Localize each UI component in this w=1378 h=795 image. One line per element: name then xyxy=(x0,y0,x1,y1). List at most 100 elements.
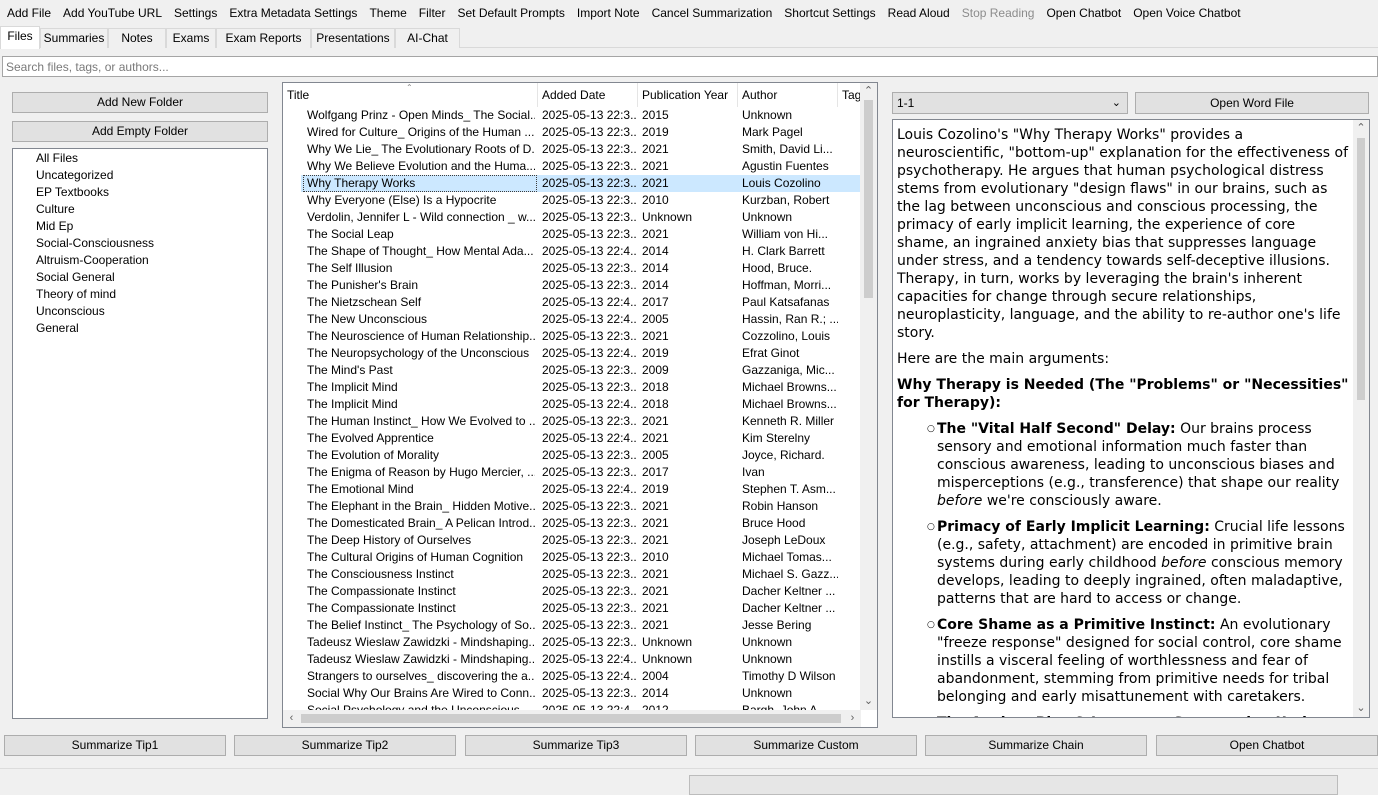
table-row[interactable]: The Neuroscience of Human Relationship..… xyxy=(301,328,861,345)
summarize-tip3-button[interactable]: Summarize Tip3 xyxy=(465,735,687,756)
menu-open-voice-chatbot[interactable]: Open Voice Chatbot xyxy=(1127,0,1246,26)
table-row[interactable]: The Implicit Mind 2025-05-13 22:4... 2018 M… xyxy=(301,396,861,413)
table-row[interactable]: Strangers to ourselves_ discovering the … xyxy=(301,668,861,685)
circle-bullet-icon: ○ xyxy=(927,620,935,630)
table-row[interactable]: Verdolin, Jennifer L - Wild connection _… xyxy=(301,209,861,226)
summary-vertical-scrollbar[interactable]: ⌃ ⌄ xyxy=(1353,120,1369,717)
table-row[interactable]: The Domesticated Brain_ A Pelican Introd… xyxy=(301,515,861,532)
scroll-left-icon[interactable]: ‹ xyxy=(283,710,300,727)
table-row[interactable]: Why Therapy Works 2025-05-13 22:3... 2021 L… xyxy=(301,175,861,192)
menu-shortcut-settings[interactable]: Shortcut Settings xyxy=(778,0,881,26)
add-new-folder-button[interactable]: Add New Folder xyxy=(12,92,268,113)
folder-item-uncategorized[interactable]: Uncategorized xyxy=(36,167,113,184)
table-row[interactable]: The Cultural Origins of Human Cognition 2… xyxy=(301,549,861,566)
table-row[interactable]: The Neuropsychology of the Unconscious 20… xyxy=(301,345,861,362)
scrollbar-thumb[interactable] xyxy=(1357,138,1365,400)
table-row[interactable]: The Implicit Mind 2025-05-13 22:3... 2018 M… xyxy=(301,379,861,396)
tab-presentations[interactable]: Presentations xyxy=(311,28,395,48)
scroll-up-icon[interactable]: ⌃ xyxy=(860,83,877,100)
cell-publication-year: 2010 xyxy=(642,193,669,207)
scroll-down-icon[interactable]: ⌄ xyxy=(1353,700,1369,717)
folder-item-altruism-cooperation[interactable]: Altruism-Cooperation xyxy=(36,252,149,269)
summarize-custom-button[interactable]: Summarize Custom xyxy=(695,735,917,756)
add-empty-folder-button[interactable]: Add Empty Folder xyxy=(12,121,268,142)
menu-filter[interactable]: Filter xyxy=(413,0,452,26)
column-header-author[interactable]: Author xyxy=(738,83,838,107)
menu-read-aloud[interactable]: Read Aloud xyxy=(882,0,956,26)
tab-summaries[interactable]: Summaries xyxy=(40,28,108,48)
table-row[interactable]: The Human Instinct_ How We Evolved to ..… xyxy=(301,413,861,430)
folder-item-theory-of-mind[interactable]: Theory of mind xyxy=(36,286,116,303)
folder-item-mid-ep[interactable]: Mid Ep xyxy=(36,218,73,235)
table-row[interactable]: The Self Illusion 2025-05-13 22:3... 2014 H… xyxy=(301,260,861,277)
menu-stop-reading[interactable]: Stop Reading xyxy=(956,0,1041,26)
tab-files[interactable]: Files xyxy=(0,26,40,49)
vertical-scrollbar[interactable]: ⌃ ⌄ xyxy=(860,83,877,710)
table-row[interactable]: The Social Leap 2025-05-13 22:3... 2021 Wil… xyxy=(301,226,861,243)
table-row[interactable]: The Nietzschean Self 2025-05-13 22:4... 20… xyxy=(301,294,861,311)
table-row[interactable]: The Shape of Thought_ How Mental Ada... 2… xyxy=(301,243,861,260)
scroll-right-icon[interactable]: › xyxy=(844,710,861,727)
folder-item-culture[interactable]: Culture xyxy=(36,201,75,218)
cell-added-date: 2025-05-13 22:3... xyxy=(542,448,637,462)
menu-open-chatbot[interactable]: Open Chatbot xyxy=(1040,0,1127,26)
summary-select[interactable]: 1-1 ⌄ xyxy=(892,92,1128,114)
table-row[interactable]: Why We Believe Evolution and the Huma...… xyxy=(301,158,861,175)
table-row[interactable]: Social Why Our Brains Are Wired to Conn.… xyxy=(301,685,861,702)
menu-add-file[interactable]: Add File xyxy=(1,0,57,26)
table-row[interactable]: Tadeusz Wieslaw Zawidzki - Mindshaping..… xyxy=(301,634,861,651)
open-chatbot-button[interactable]: Open Chatbot xyxy=(1156,735,1378,756)
search-input[interactable]: Search files, tags, or authors... xyxy=(2,56,1378,77)
folder-item-ep-textbooks[interactable]: EP Textbooks xyxy=(36,184,109,201)
table-row[interactable]: The Emotional Mind 2025-05-13 22:4... 2019… xyxy=(301,481,861,498)
tab-notes[interactable]: Notes xyxy=(108,28,166,48)
table-row[interactable]: The New Unconscious 2025-05-13 22:4... 200… xyxy=(301,311,861,328)
table-row[interactable]: The Consciousness Instinct 2025-05-13 22:… xyxy=(301,566,861,583)
tab-exam-reports[interactable]: Exam Reports xyxy=(216,28,311,48)
summary-viewer[interactable]: Louis Cozolino's "Why Therapy Works" pro… xyxy=(892,119,1370,718)
table-row[interactable]: The Deep History of Ourselves 2025-05-13 … xyxy=(301,532,861,549)
menu-set-default-prompts[interactable]: Set Default Prompts xyxy=(451,0,570,26)
table-row[interactable]: The Punisher's Brain 2025-05-13 22:3... 20… xyxy=(301,277,861,294)
horizontal-scrollbar[interactable]: ‹ › xyxy=(283,710,861,727)
menu-theme[interactable]: Theme xyxy=(363,0,412,26)
table-row[interactable]: Tadeusz Wieslaw Zawidzki - Mindshaping..… xyxy=(301,651,861,668)
table-row[interactable]: The Evolved Apprentice 2025-05-13 22:4...… xyxy=(301,430,861,447)
menu-add-youtube-url[interactable]: Add YouTube URL xyxy=(57,0,168,26)
menu-import-note[interactable]: Import Note xyxy=(571,0,646,26)
folder-item-unconscious[interactable]: Unconscious xyxy=(36,303,105,320)
tab-exams[interactable]: Exams xyxy=(166,28,216,48)
table-row[interactable]: Why Everyone (Else) Is a Hypocrite 2025-0… xyxy=(301,192,861,209)
scrollbar-thumb[interactable] xyxy=(864,100,873,298)
cell-publication-year: 2021 xyxy=(642,567,669,581)
folder-item-all-files[interactable]: All Files xyxy=(36,150,78,167)
menu-cancel-summarization[interactable]: Cancel Summarization xyxy=(646,0,779,26)
table-row[interactable]: The Compassionate Instinct 2025-05-13 22:… xyxy=(301,583,861,600)
folder-item-social-consciousness[interactable]: Social-Consciousness xyxy=(36,235,154,252)
table-row[interactable]: Wolfgang Prinz - Open Minds_ The Social.… xyxy=(301,107,861,124)
folder-item-general[interactable]: General xyxy=(36,320,79,337)
menu-settings[interactable]: Settings xyxy=(168,0,223,26)
table-row[interactable]: The Enigma of Reason by Hugo Mercier, ..… xyxy=(301,464,861,481)
open-word-file-button[interactable]: Open Word File xyxy=(1135,92,1369,114)
table-row[interactable]: The Elephant in the Brain_ Hidden Motive… xyxy=(301,498,861,515)
scroll-down-icon[interactable]: ⌄ xyxy=(860,693,877,710)
summary-bullet: ○ The "Vital Half Second" Delay: Our brai… xyxy=(927,420,1349,510)
table-row[interactable]: The Belief Instinct_ The Psychology of S… xyxy=(301,617,861,634)
summarize-tip2-button[interactable]: Summarize Tip2 xyxy=(234,735,456,756)
summarize-chain-button[interactable]: Summarize Chain xyxy=(925,735,1147,756)
table-row[interactable]: The Compassionate Instinct 2025-05-13 22:… xyxy=(301,600,861,617)
table-row[interactable]: The Evolution of Morality 2025-05-13 22:3… xyxy=(301,447,861,464)
bullet-title: Primacy of Early Implicit Learning: xyxy=(937,519,1210,535)
scroll-up-icon[interactable]: ⌃ xyxy=(1353,120,1369,137)
table-row[interactable]: Wired for Culture_ Origins of the Human … xyxy=(301,124,861,141)
table-row[interactable]: Why We Lie_ The Evolutionary Roots of D.… xyxy=(301,141,861,158)
menu-extra-metadata-settings[interactable]: Extra Metadata Settings xyxy=(223,0,363,26)
hscrollbar-thumb[interactable] xyxy=(301,714,841,723)
column-header-added-date[interactable]: Added Date xyxy=(538,83,638,107)
folder-item-social-general[interactable]: Social General xyxy=(36,269,115,286)
table-row[interactable]: The Mind's Past 2025-05-13 22:3... 2009 Gaz… xyxy=(301,362,861,379)
column-header-publication-year[interactable]: Publication Year xyxy=(638,83,738,107)
summarize-tip1-button[interactable]: Summarize Tip1 xyxy=(4,735,226,756)
tab-ai-chat[interactable]: AI-Chat xyxy=(395,28,460,48)
